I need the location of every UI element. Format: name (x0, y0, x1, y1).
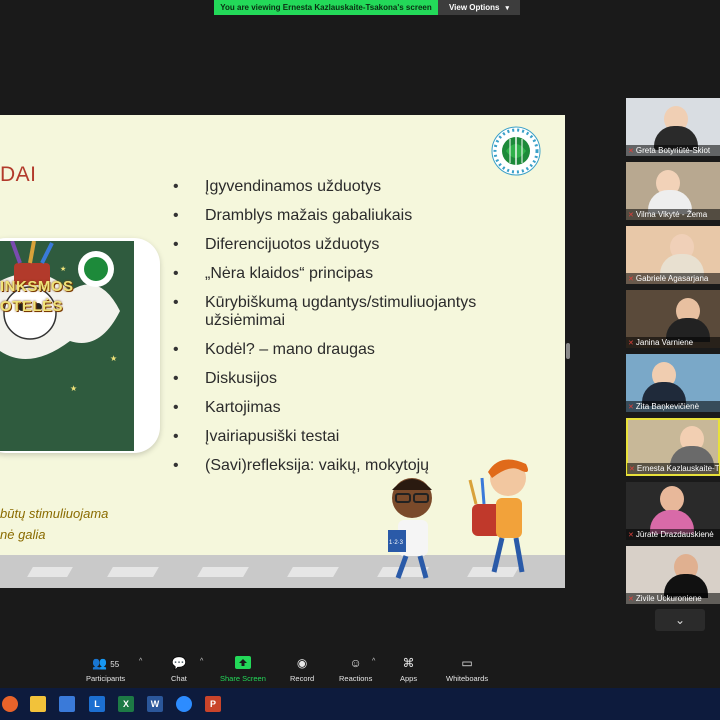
shared-slide: DAI Įgyvendinamos užduotys Dramblys maža… (0, 115, 565, 588)
bullet-item: Įgyvendinamos užduotys (173, 178, 513, 196)
svg-text:★: ★ (60, 265, 66, 273)
slide-footer-note: būtų stimuliuojama nė galia (0, 503, 108, 545)
share-screen-button[interactable]: Share Screen (220, 656, 266, 683)
record-button[interactable]: ◉ Record (290, 656, 314, 683)
participant-name: ✕ Janina Varniene (626, 337, 720, 348)
participants-button[interactable]: 👥 55 Participants (86, 656, 125, 683)
apps-label: Apps (400, 674, 418, 683)
bullet-item: Dramblys mažais gabaliukais (173, 207, 513, 225)
participant-name: ✕ Zita Baņkevičienė (626, 401, 720, 412)
participant-name: ✕ Greta Botyriūtė-Skiot (626, 145, 720, 156)
chat-icon: 💬 (171, 656, 187, 670)
participant-tile[interactable]: ✕ Janina Varniene (626, 290, 720, 348)
participant-tile[interactable]: ✕ Zivile Uckuroniene (626, 546, 720, 604)
kids-illustration: 1·2·3 (388, 459, 528, 579)
footer-line-2: nė galia (0, 527, 46, 542)
muted-mic-icon: ✕ (628, 276, 634, 283)
participant-name: ✕ Gabrielė Agasarjana (626, 273, 720, 284)
participant-name: ✕ Ernesta Kazlauskaite-Tsa (627, 463, 719, 474)
apps-button[interactable]: ⌘ Apps (400, 656, 417, 683)
participant-tile[interactable]: ✕ Greta Botyriūtė-Skiot (626, 98, 720, 156)
participants-caret-icon[interactable]: ^ (139, 658, 142, 665)
svg-text:★: ★ (70, 384, 77, 393)
book-title-line2: OTELĖS (0, 298, 64, 315)
participant-tile[interactable]: ✕ Zita Baņkevičienė (626, 354, 720, 412)
excel-icon[interactable]: X (118, 696, 134, 712)
svg-text:★: ★ (110, 354, 117, 363)
bullet-list: Įgyvendinamos užduotys Dramblys mažais g… (173, 178, 513, 486)
whiteboards-button[interactable]: ▭ Whiteboards (446, 656, 488, 683)
reactions-label: Reactions (339, 674, 373, 683)
panel-resize-handle[interactable] (566, 343, 570, 359)
whiteboards-label: Whiteboards (446, 674, 489, 683)
chat-label: Chat (171, 674, 187, 683)
view-options-button[interactable]: View Options ▾ (438, 0, 520, 15)
share-screen-label: Share Screen (220, 674, 266, 683)
record-label: Record (290, 674, 315, 683)
book-cover: ★ ★ ★ (0, 241, 134, 451)
store-icon[interactable] (59, 696, 75, 712)
viewing-screen-message: You are viewing Ernesta Kazlauskaite-Tsa… (214, 0, 438, 15)
school-logo-icon (491, 126, 541, 176)
muted-mic-icon: ✕ (628, 596, 634, 603)
zoom-window: You are viewing Ernesta Kazlauskaite-Tsa… (0, 0, 720, 720)
participant-tile[interactable]: ✕ Vilma Vikytė - Žema (626, 162, 720, 220)
participant-tile-active-speaker[interactable]: ✕ Ernesta Kazlauskaite-Tsa (626, 418, 720, 476)
participant-name: ✕ Vilma Vikytė - Žema (626, 209, 720, 220)
chevron-down-icon: ▾ (505, 4, 510, 12)
muted-mic-icon: ✕ (628, 404, 634, 411)
os-taskbar: L X W P (0, 688, 720, 720)
bullet-item: Kartojimas (173, 399, 513, 417)
bullet-item: Diskusijos (173, 370, 513, 388)
word-icon[interactable]: W (147, 696, 163, 712)
participants-count: 55 (110, 660, 120, 669)
whiteboard-icon: ▭ (461, 656, 473, 670)
zoom-icon[interactable] (176, 696, 192, 712)
muted-mic-icon: ✕ (628, 148, 634, 155)
muted-mic-icon: ✕ (628, 212, 634, 219)
muted-mic-icon: ✕ (629, 466, 635, 473)
firefox-icon[interactable] (2, 696, 18, 712)
book-cover-illustration: ★ ★ ★ (0, 241, 134, 451)
l-app-icon[interactable]: L (89, 696, 105, 712)
muted-mic-icon: ✕ (628, 340, 634, 347)
chevron-down-icon: ⌄ (674, 613, 686, 627)
reactions-caret-icon[interactable]: ^ (372, 658, 375, 665)
participant-tile[interactable]: ✕ Jūratė Drazdauskienė (626, 482, 720, 540)
file-explorer-icon[interactable] (30, 696, 46, 712)
meeting-toolbar: 👥 55 Participants ^ 💬 Chat ^ Share Scree… (0, 648, 720, 688)
chat-caret-icon[interactable]: ^ (200, 658, 203, 665)
participant-name: ✕ Zivile Uckuroniene (626, 593, 720, 604)
screen-share-banner: You are viewing Ernesta Kazlauskaite-Tsa… (214, 0, 520, 15)
bullet-item: „Nėra klaidos“ principas (173, 265, 513, 283)
gallery-scroll-down-button[interactable]: ⌄ (655, 609, 705, 631)
book-title-line1: INKSMOS (0, 278, 74, 295)
chat-button[interactable]: 💬 Chat (171, 656, 187, 683)
bullet-item: Diferencijuotos užduotys (173, 236, 513, 254)
bullet-item: Kūrybiškumą ugdantys/stimuliuojantys užs… (173, 294, 513, 330)
view-options-label: View Options (448, 3, 500, 12)
bullet-item: Kodėl? – mano draugas (173, 341, 513, 359)
reactions-button[interactable]: ☺ Reactions (339, 656, 372, 683)
slide-title: DAI (0, 163, 37, 186)
apps-icon: ⌘ (402, 656, 415, 670)
share-screen-icon (234, 656, 251, 671)
kid-book-label: 1·2·3 (389, 540, 404, 546)
participants-label: Participants (86, 674, 126, 683)
powerpoint-icon[interactable]: P (205, 696, 221, 712)
participant-name: ✕ Jūratė Drazdauskienė (626, 529, 720, 540)
participants-icon: 👥 55 (92, 656, 120, 670)
participant-tile[interactable]: ✕ Gabrielė Agasarjana (626, 226, 720, 284)
muted-mic-icon: ✕ (628, 532, 634, 539)
footer-line-1: būtų stimuliuojama (0, 506, 109, 521)
bullet-item: Įvairiapusiški testai (173, 428, 513, 446)
record-icon: ◉ (296, 656, 308, 670)
reactions-icon: ☺ (349, 656, 362, 670)
